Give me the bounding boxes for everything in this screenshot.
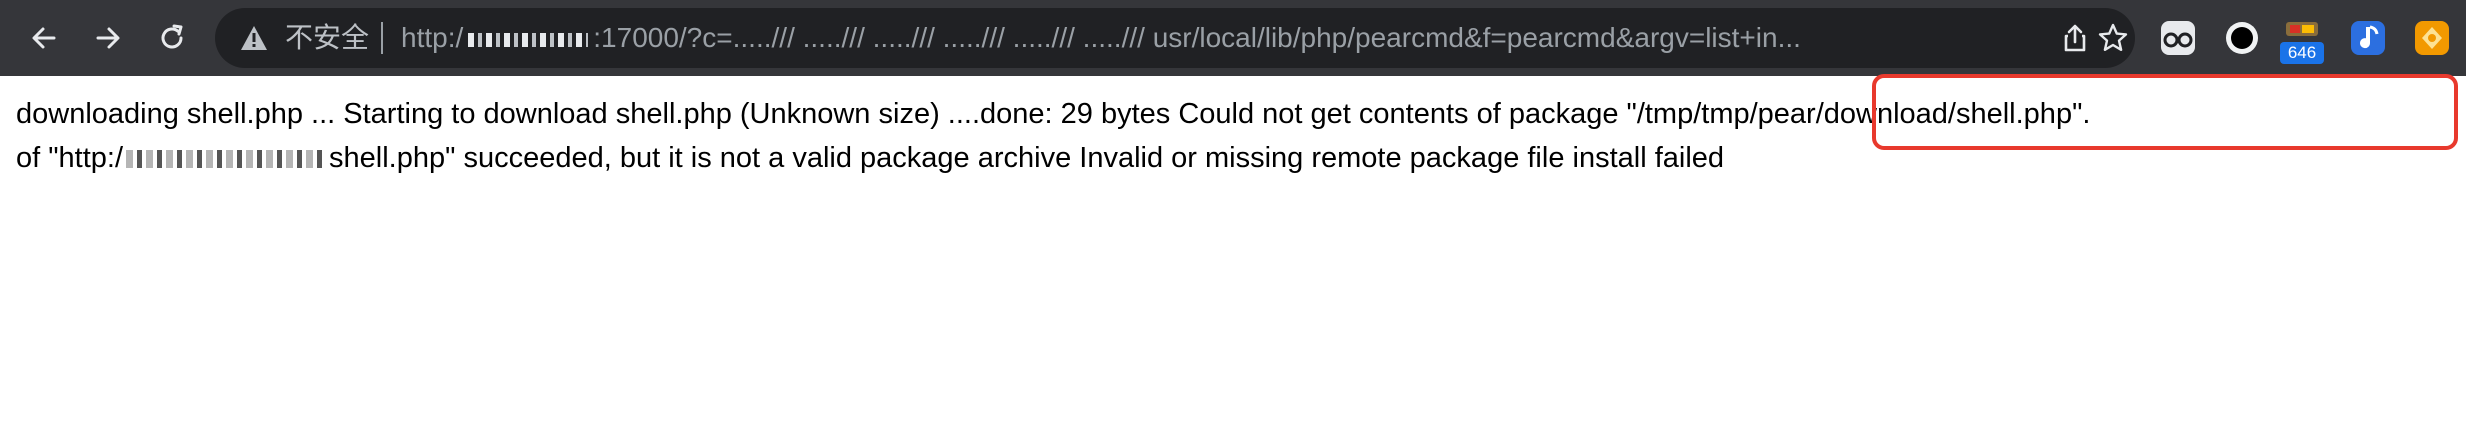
forward-button[interactable] <box>84 14 132 62</box>
highlight-annotation <box>1872 74 2458 150</box>
extension-orange-icon[interactable] <box>2412 18 2452 58</box>
url-suffix: :17000/?c=...../// ...../// ...../// ...… <box>593 22 1801 53</box>
redacted-url <box>126 150 327 169</box>
reload-icon <box>161 24 183 49</box>
address-separator <box>381 22 383 54</box>
redacted-host <box>468 32 589 47</box>
extension-badge-count: 646 <box>2280 42 2324 64</box>
reload-button[interactable] <box>148 14 196 62</box>
url-text[interactable]: http:/ :17000/?c=...../// ...../// ...../… <box>401 22 1941 54</box>
extension-ring-icon[interactable] <box>2222 18 2262 58</box>
extension-glasses-icon[interactable] <box>2158 18 2198 58</box>
back-button[interactable] <box>20 14 68 62</box>
security-status[interactable]: 不安全 <box>285 22 369 54</box>
star-icon[interactable] <box>2097 22 2129 54</box>
browser-toolbar: 不安全 http:/ :17000/?c=...../// ...../// ..… <box>0 0 2466 76</box>
line2-prefix: of "http:/ <box>16 142 124 174</box>
warning-icon[interactable] <box>239 23 269 53</box>
extension-music-icon[interactable] <box>2348 18 2388 58</box>
line2-suffix: shell.php" succeeded, but it is not a va… <box>329 142 1725 174</box>
url-prefix: http:/ <box>401 22 464 53</box>
forward-arrow-icon <box>96 27 120 49</box>
share-icon[interactable] <box>2059 22 2091 54</box>
address-bar[interactable]: 不安全 http:/ :17000/?c=...../// ...../// ..… <box>215 8 2135 68</box>
back-arrow-icon <box>32 27 56 49</box>
